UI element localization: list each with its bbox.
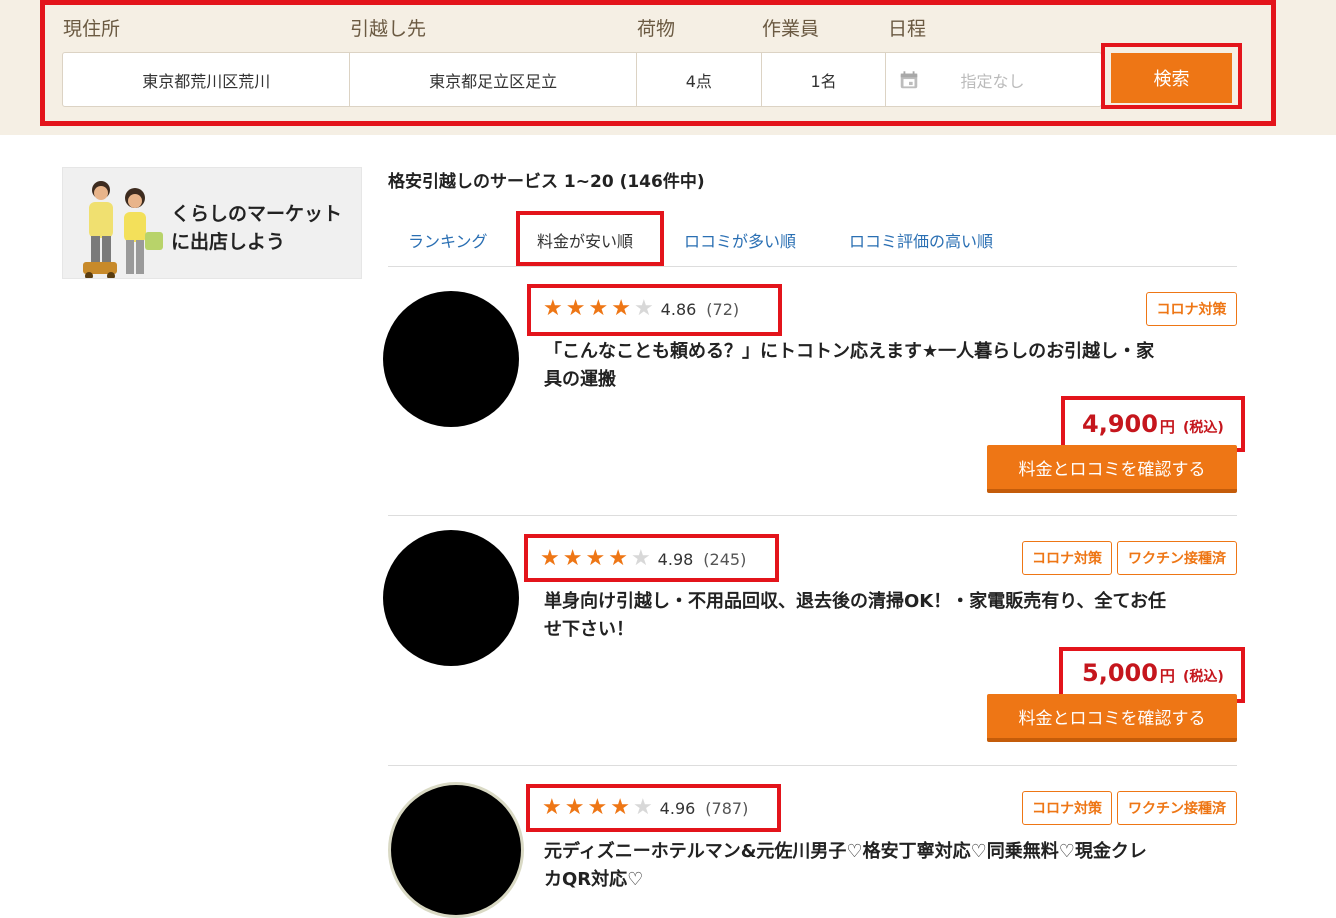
- card-divider: [388, 515, 1237, 516]
- banner-line-2: に出店しよう: [171, 231, 286, 253]
- tab-highlight-box: [516, 211, 664, 266]
- service-title[interactable]: 「こんなことも頼める？」にトコトン応えます★一人暮らしのお引越し・家 具の運搬: [544, 338, 1244, 394]
- covid-badge: コロナ対策: [1022, 541, 1112, 575]
- provider-avatar[interactable]: [383, 530, 519, 666]
- tab-review-count[interactable]: ロコミが多い順: [684, 218, 796, 262]
- provider-avatar[interactable]: [388, 782, 524, 918]
- rating-highlight-box: [526, 784, 781, 832]
- service-title[interactable]: 単身向け引越し・不用品回収、退去後の清掃OK！・家電販売有り、全てお任 せ下さい…: [544, 588, 1244, 644]
- search-highlight-box: [40, 0, 1276, 126]
- banner-line-1: くらしのマーケット: [171, 203, 343, 225]
- rating-highlight-box: [524, 534, 779, 582]
- people-illustration: [83, 181, 163, 278]
- service-title[interactable]: 元ディズニーホテルマン&元佐川男子♡格安丁寧対応♡同乗無料♡現金クレ カQR対応…: [544, 838, 1244, 894]
- open-shop-banner[interactable]: くらしのマーケット に出店しよう: [62, 167, 362, 279]
- results-title: 格安引越しのサービス 1~20 (146件中): [388, 172, 705, 192]
- search-button-highlight-box: [1101, 43, 1242, 109]
- rating-highlight-box: [527, 284, 782, 336]
- price-highlight-box: [1061, 396, 1245, 452]
- provider-avatar[interactable]: [383, 291, 519, 427]
- card-divider: [388, 765, 1237, 766]
- covid-badge: コロナ対策: [1146, 292, 1237, 326]
- covid-badge: コロナ対策: [1022, 791, 1112, 825]
- tab-ranking[interactable]: ランキング: [408, 218, 488, 262]
- check-price-reviews-button[interactable]: 料金とロコミを確認する: [987, 694, 1237, 742]
- vaccine-badge: ワクチン接種済: [1117, 791, 1237, 825]
- vaccine-badge: ワクチン接種済: [1117, 541, 1237, 575]
- tab-review-score[interactable]: ロコミ評価の高い順: [849, 218, 993, 262]
- check-price-reviews-button[interactable]: 料金とロコミを確認する: [987, 445, 1237, 493]
